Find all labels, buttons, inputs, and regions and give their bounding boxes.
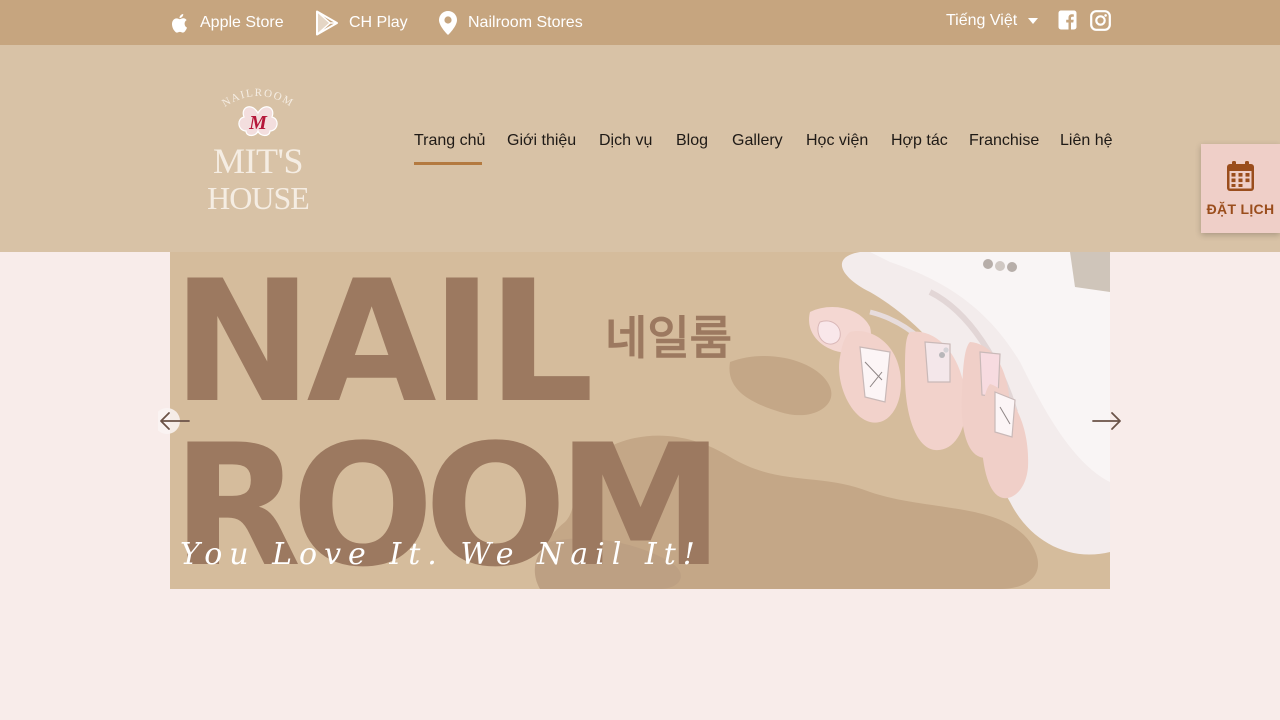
language-label: Tiếng Việt	[946, 12, 1018, 29]
instagram-icon	[1090, 10, 1111, 31]
arrow-right-icon	[1092, 412, 1121, 430]
nav-gallery[interactable]: Gallery	[732, 132, 783, 150]
svg-text:NAILROOM: NAILROOM	[220, 87, 296, 110]
facebook-link[interactable]	[1058, 10, 1077, 35]
hero-banner: NAIL ROOM 네일룸 You Love It. We Nail It!	[170, 252, 1110, 589]
booking-label: ĐẶT LỊCH	[1206, 200, 1275, 217]
logo-line1: MIT'S	[213, 141, 303, 181]
nav-franchise[interactable]: Franchise	[969, 132, 1039, 150]
active-nav-indicator	[414, 162, 482, 165]
booking-button[interactable]: ĐẶT LỊCH	[1201, 144, 1280, 233]
hero-banner-graphic: NAIL ROOM 네일룸 You Love It. We Nail It!	[172, 252, 1110, 589]
nav-hoc-vien[interactable]: Học viện	[806, 132, 868, 150]
google-play-icon	[316, 10, 338, 35]
carousel-next-button[interactable]	[1090, 405, 1124, 442]
apple-icon	[172, 13, 187, 33]
instagram-link[interactable]	[1090, 10, 1111, 36]
ch-play-link[interactable]: CH Play	[315, 0, 408, 45]
nav-lien-he[interactable]: Liên hệ	[1060, 132, 1113, 150]
banner-tagline: You Love It. We Nail It!	[180, 537, 702, 572]
nailroom-stores-label: Nailroom Stores	[468, 13, 583, 31]
nav-hop-tac[interactable]: Hợp tác	[891, 132, 948, 150]
nav-gioi-thieu[interactable]: Giới thiệu	[507, 132, 576, 150]
apple-store-link[interactable]: Apple Store	[170, 0, 284, 45]
brand-logo[interactable]: NAILROOM M MIT'S HOUSE	[200, 87, 316, 216]
ch-play-label: CH Play	[349, 13, 408, 31]
banner-korean-text: 네일룸	[605, 311, 732, 365]
calendar-icon	[1227, 160, 1254, 191]
nav-dich-vu[interactable]: Dịch vụ	[599, 132, 652, 150]
arrow-left-icon	[154, 408, 190, 434]
logo-line2: HOUSE	[207, 180, 309, 213]
facebook-icon	[1058, 10, 1077, 30]
chevron-down-icon	[1028, 18, 1039, 24]
apple-store-label: Apple Store	[200, 13, 284, 31]
logo-top-text: NAILROOM	[220, 87, 294, 110]
map-pin-icon	[439, 10, 457, 35]
brand-logo-graphic: NAILROOM M MIT'S HOUSE	[207, 87, 310, 216]
nav-blog[interactable]: Blog	[676, 132, 708, 150]
carousel-prev-button[interactable]	[154, 405, 192, 442]
logo-monogram: M	[248, 112, 268, 134]
language-selector[interactable]: Tiếng Việt	[946, 0, 1039, 42]
nailroom-stores-link[interactable]: Nailroom Stores	[438, 0, 583, 45]
nav-trang-chu[interactable]: Trang chủ	[414, 132, 485, 150]
top-bar: Apple Store CH Play Nailroom Stores Tiến…	[0, 0, 1280, 45]
